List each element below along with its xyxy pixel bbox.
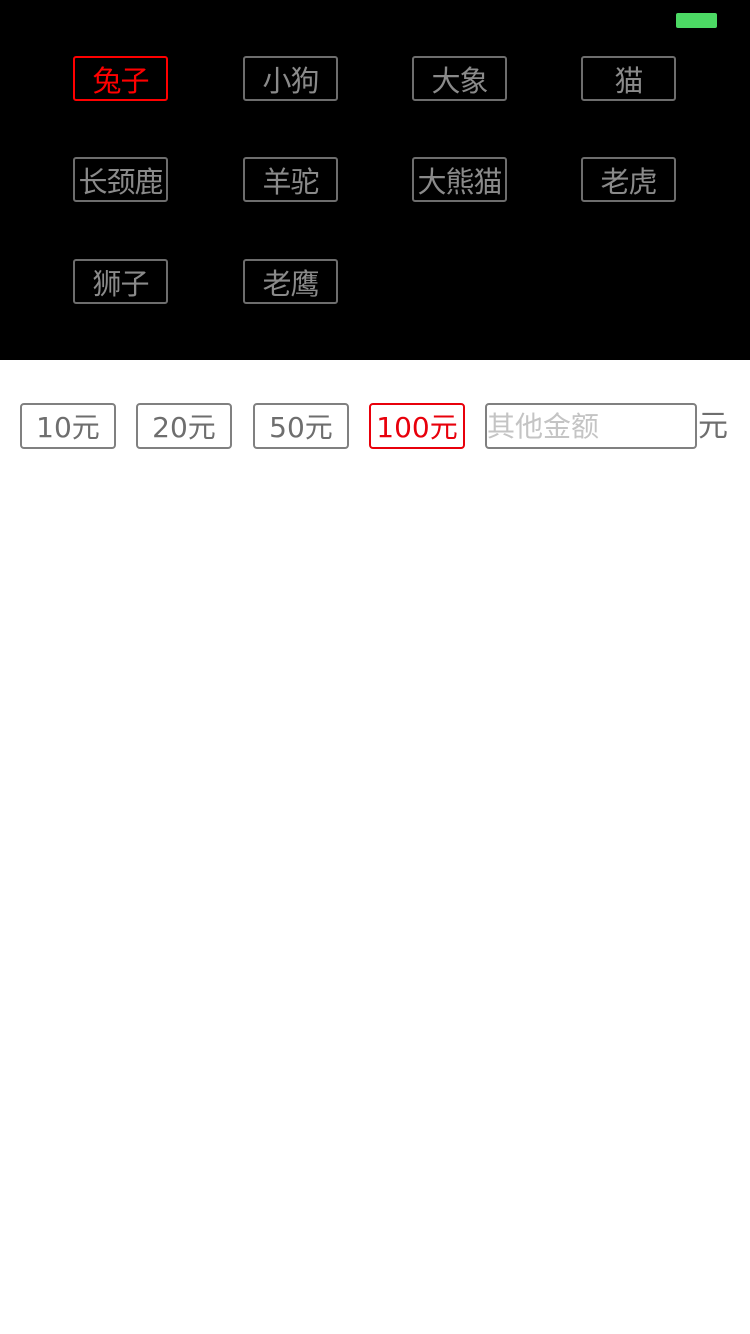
tag-tiger[interactable]: 老虎 — [581, 157, 676, 202]
tag-giant-panda[interactable]: 大熊猫 — [412, 157, 507, 202]
tag-cat[interactable]: 猫 — [581, 56, 676, 101]
tag-lion[interactable]: 狮子 — [73, 259, 168, 304]
tag-alpaca[interactable]: 羊驼 — [243, 157, 338, 202]
tag-puppy[interactable]: 小狗 — [243, 56, 338, 101]
currency-unit-label: 元 — [698, 409, 728, 444]
tag-eagle[interactable]: 老鹰 — [243, 259, 338, 304]
other-amount-input[interactable] — [485, 403, 697, 449]
tag-elephant[interactable]: 大象 — [412, 56, 507, 101]
battery-full-icon — [676, 13, 717, 28]
amount-20-button[interactable]: 20元 — [136, 403, 232, 449]
amount-100-button[interactable]: 100元 — [369, 403, 465, 449]
amount-50-button[interactable]: 50元 — [253, 403, 349, 449]
amount-10-button[interactable]: 10元 — [20, 403, 116, 449]
tag-rabbit[interactable]: 兔子 — [73, 56, 168, 101]
tag-giraffe[interactable]: 长颈鹿 — [73, 157, 168, 202]
animal-tag-panel: 兔子 小狗 大象 猫 长颈鹿 羊驼 大熊猫 老虎 狮子 老鹰 — [0, 0, 750, 360]
